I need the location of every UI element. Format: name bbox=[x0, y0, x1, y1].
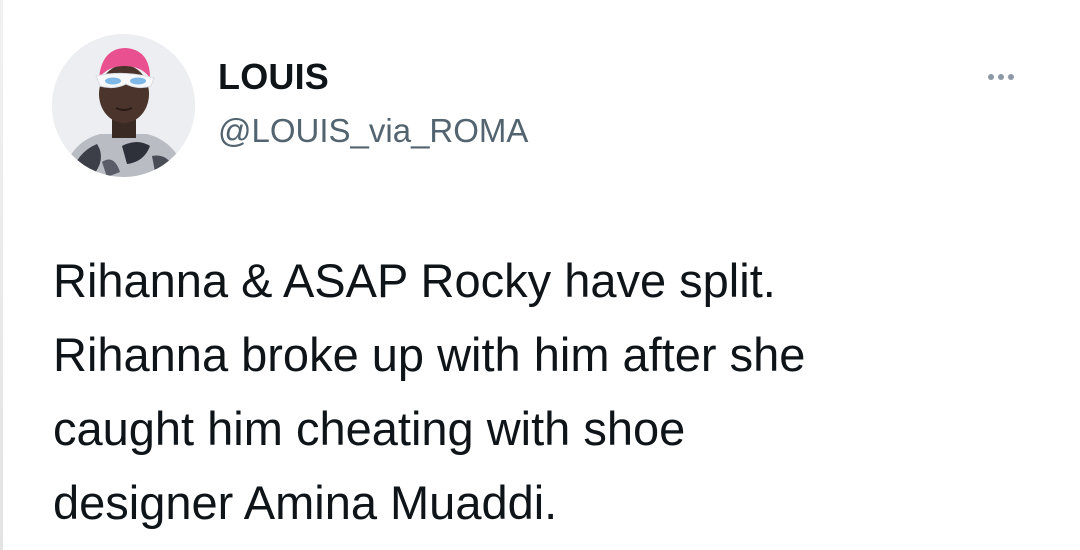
author-handle[interactable]: @LOUIS_via_ROMA bbox=[218, 111, 528, 151]
tweet-text-line: designer Amina Muaddi. bbox=[53, 476, 558, 529]
tweet-text-line: Rihanna & ASAP Rocky have split. bbox=[53, 254, 776, 307]
tweet-text: Rihanna & ASAP Rocky have split. Rihanna… bbox=[53, 244, 1043, 540]
more-horizontal-icon bbox=[1008, 74, 1014, 80]
author-display-name[interactable]: LOUIS bbox=[218, 57, 329, 97]
more-horizontal-icon bbox=[998, 74, 1004, 80]
more-horizontal-icon bbox=[988, 74, 994, 80]
tweet-text-line: caught him cheating with shoe bbox=[53, 402, 686, 455]
more-options-button[interactable] bbox=[978, 62, 1024, 92]
tweet-text-line: Rihanna broke up with him after she bbox=[53, 328, 806, 381]
tweet-card: LOUIS @LOUIS_via_ROMA Rihanna & ASAP Roc… bbox=[0, 0, 1080, 550]
profile-photo-icon[interactable] bbox=[52, 34, 195, 177]
left-edge-divider bbox=[0, 0, 3, 550]
